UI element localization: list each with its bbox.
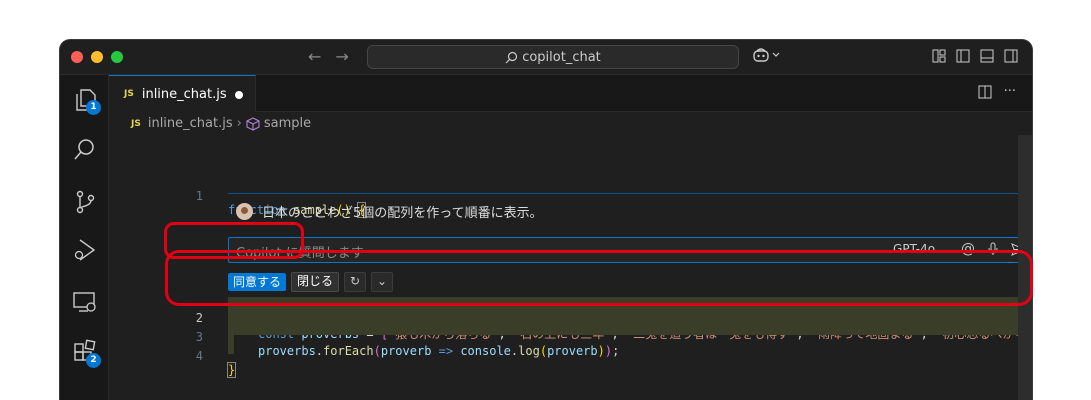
- line-number: 4: [195, 349, 203, 363]
- model-picker[interactable]: GPT-4o ⌄: [893, 242, 949, 256]
- mention-icon[interactable]: @: [961, 241, 975, 257]
- remote-explorer-icon: [73, 292, 96, 312]
- chevron-down-icon: ⌄: [938, 242, 949, 256]
- extensions-button[interactable]: 2: [72, 339, 101, 368]
- breadcrumb-symbol[interactable]: sample: [264, 116, 311, 131]
- command-center-label: copilot_chat: [522, 49, 601, 65]
- close-button[interactable]: 閉じる: [291, 272, 340, 292]
- inline-chat-top-border: [228, 193, 1018, 194]
- code-line-4[interactable]: 4 }: [109, 335, 1032, 378]
- forward-arrow-icon[interactable]: →: [335, 47, 348, 66]
- minimize-window-button[interactable]: [91, 51, 103, 63]
- editor-area: JS inline_chat.js ··· JS inline_chat.js …: [109, 75, 1032, 400]
- tab-bar: JS inline_chat.js ···: [109, 75, 1032, 112]
- code-line-2[interactable]: 2 const proverbs = ["猿も木から落ちる", "石の上にも三年…: [109, 297, 1032, 341]
- more-options-button[interactable]: ⌄: [371, 272, 394, 292]
- explorer-button[interactable]: 1: [72, 87, 101, 115]
- avatar: [236, 203, 253, 220]
- javascript-file-icon: JS: [124, 89, 134, 99]
- breadcrumb-file[interactable]: inline_chat.js: [148, 116, 233, 131]
- code-line-3[interactable]: 3 proverbs.forEach(proverb => console.lo…: [109, 316, 1032, 358]
- customize-layout-icon[interactable]: [932, 49, 946, 63]
- command-center-search[interactable]: copilot_chat: [367, 45, 739, 69]
- editor-actions: ···: [978, 84, 1016, 99]
- copilot-menu-button[interactable]: [752, 48, 780, 62]
- chat-input[interactable]: Copilot に質問します GPT-4o ⌄ @: [228, 237, 1032, 263]
- unsaved-dot-icon[interactable]: [235, 91, 243, 99]
- line-number: 1: [195, 189, 203, 203]
- refresh-icon: ↻: [350, 274, 361, 288]
- chevron-right-icon: ›: [236, 116, 242, 131]
- chevron-down-icon: [772, 52, 780, 57]
- search-icon: [74, 139, 94, 160]
- chat-input-toolbar: GPT-4o ⌄ @: [893, 241, 1032, 257]
- microphone-icon[interactable]: [987, 242, 999, 256]
- chat-prompt-text: 日本のことわざ5個の配列を作って順番に表示。: [262, 206, 543, 221]
- activity-bar: 1 2: [60, 75, 109, 400]
- close-window-button[interactable]: [71, 51, 83, 63]
- search-view-button[interactable]: [72, 137, 98, 163]
- inline-chat-actions: 同意する 閉じる ↻ ⌄: [228, 272, 394, 292]
- chevron-down-icon: ⌄: [377, 274, 388, 288]
- rerun-button[interactable]: ↻: [344, 272, 367, 292]
- run-debug-button[interactable]: [72, 237, 98, 263]
- remote-explorer-button[interactable]: [72, 289, 98, 315]
- source-control-icon: [76, 190, 95, 214]
- breadcrumb: JS inline_chat.js › sample: [131, 116, 311, 131]
- nav-arrows: ← →: [308, 47, 363, 66]
- toggle-secondary-sidebar-icon[interactable]: [1004, 49, 1018, 63]
- zoom-window-button[interactable]: [111, 51, 123, 63]
- toggle-primary-sidebar-icon[interactable]: [956, 49, 970, 63]
- source-control-button[interactable]: [72, 189, 98, 215]
- explorer-badge: 1: [86, 100, 101, 115]
- search-icon: [505, 51, 518, 63]
- extensions-badge: 2: [86, 353, 101, 368]
- symbol-method-icon: [246, 116, 260, 131]
- chat-request: 日本のことわざ5個の配列を作って順番に表示。: [236, 202, 543, 221]
- model-label: GPT-4o: [893, 242, 936, 256]
- copilot-icon: [753, 48, 769, 62]
- back-arrow-icon[interactable]: ←: [308, 47, 321, 66]
- tab-inline-chat-js[interactable]: JS inline_chat.js: [109, 75, 256, 112]
- more-actions-icon[interactable]: ···: [1004, 84, 1016, 99]
- title-bar: ← → copilot_chat: [60, 40, 1032, 75]
- run-debug-icon: [74, 239, 96, 261]
- javascript-file-icon: JS: [131, 118, 141, 129]
- chat-input-placeholder: Copilot に質問します: [236, 246, 364, 261]
- accept-button[interactable]: 同意する: [228, 273, 287, 291]
- vscode-window: ← → copilot_chat 1 2 JS inline_chat.js ·…: [60, 40, 1032, 400]
- close-brace: }: [226, 362, 237, 378]
- tab-label: inline_chat.js: [141, 86, 227, 102]
- vertical-scrollbar[interactable]: [1018, 135, 1032, 400]
- layout-controls: [932, 49, 1018, 63]
- code-line-1[interactable]: 1 function sample() {: [109, 175, 1032, 218]
- toggle-panel-icon[interactable]: [980, 49, 994, 63]
- split-editor-icon[interactable]: [978, 85, 992, 99]
